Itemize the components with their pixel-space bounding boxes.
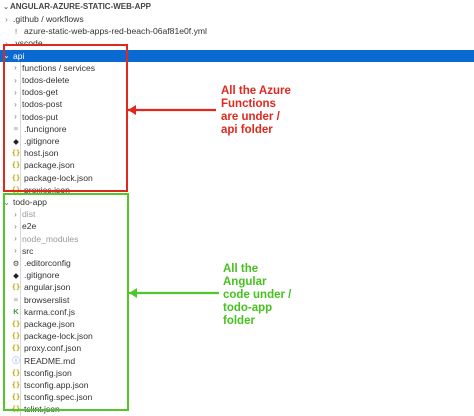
- todo-app-highlight-box: [3, 193, 129, 411]
- red-arrow: [128, 105, 216, 115]
- yml-icon: !: [14, 26, 18, 36]
- explorer-header[interactable]: ⌄ ANGULAR-AZURE-STATIC-WEB-APP: [0, 0, 474, 13]
- workspace-title: ANGULAR-AZURE-STATIC-WEB-APP: [10, 2, 152, 11]
- todo-app-annotation-text: All the Angular code under / todo-app fo…: [223, 263, 292, 327]
- green-arrow: [129, 288, 219, 298]
- tree-row[interactable]: ! azure-static-web-apps-red-beach-06af81e…: [0, 25, 474, 37]
- chevron-down-icon: ⌄: [3, 3, 9, 11]
- chevron-right-icon: ›: [5, 14, 8, 24]
- tree-row-label: azure-static-web-apps-red-beach-06af81e0…: [24, 26, 207, 37]
- api-highlight-box: [3, 44, 128, 192]
- tree-row[interactable]: › .github / workflows: [0, 13, 474, 25]
- api-annotation-text: All the Azure Functions are under / api …: [221, 85, 291, 136]
- tree-row-label: .github / workflows: [13, 14, 84, 24]
